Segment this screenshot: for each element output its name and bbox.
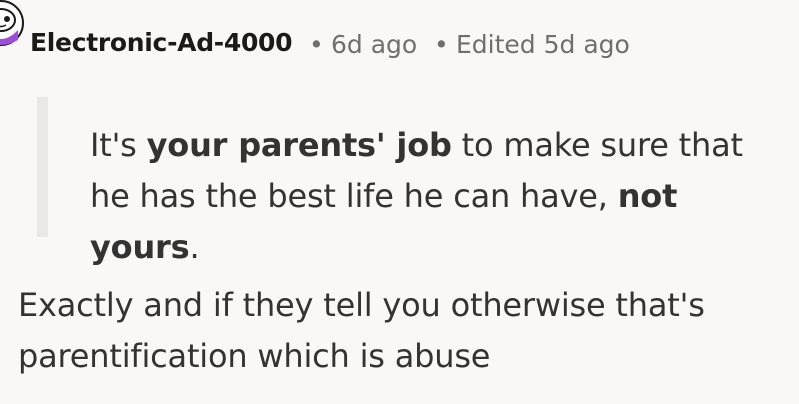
meta-separator: • xyxy=(309,30,324,59)
comment-author[interactable]: Electronic-Ad-4000 xyxy=(30,28,293,57)
snoo-avatar-icon[interactable] xyxy=(0,0,24,46)
quote-bar xyxy=(37,97,48,237)
quote-bold-text: your parents' job xyxy=(146,126,452,164)
blockquote: It's your parents' job to make sure that… xyxy=(90,120,780,273)
quote-text: It's xyxy=(90,126,147,164)
meta-separator: • xyxy=(434,30,449,59)
comment-age[interactable]: 6d ago xyxy=(331,30,417,59)
comment-body: Exactly and if they tell you otherwise t… xyxy=(18,286,705,375)
comment: Electronic-Ad-4000 • 6d ago • Edited 5d … xyxy=(0,0,799,404)
edited-label: Edited 5d ago xyxy=(456,30,630,59)
quote-text: . xyxy=(189,228,200,266)
